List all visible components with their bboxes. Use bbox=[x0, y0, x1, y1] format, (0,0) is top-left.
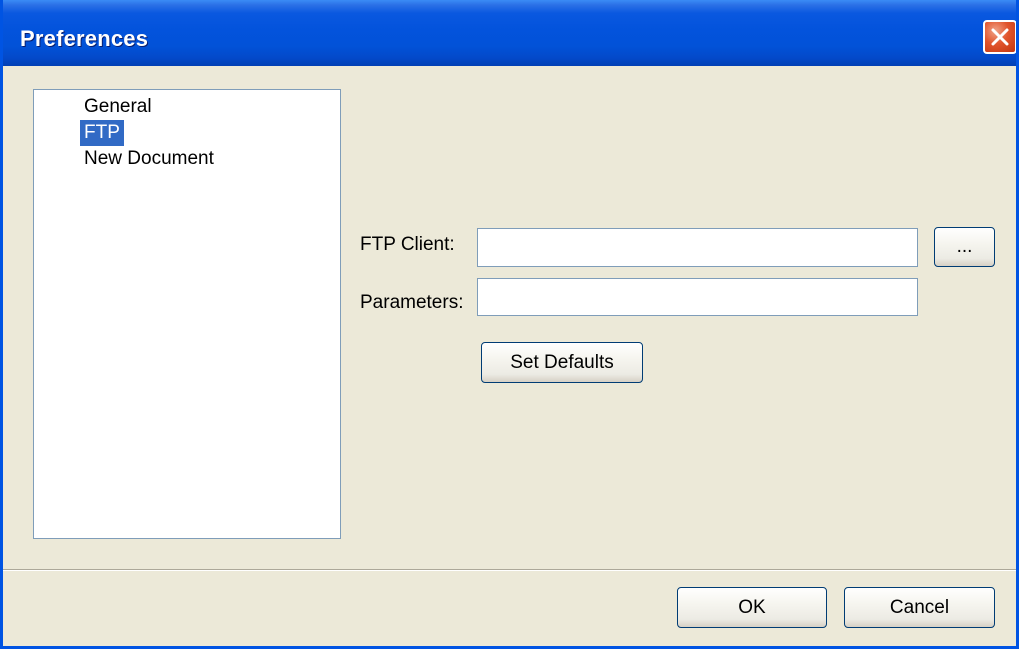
footer-divider-highlight bbox=[3, 570, 1016, 571]
browse-button[interactable]: ... bbox=[934, 227, 995, 267]
title-bar[interactable]: Preferences bbox=[3, 0, 1016, 66]
ok-button[interactable]: OK bbox=[677, 587, 827, 628]
parameters-label: Parameters: bbox=[360, 292, 464, 313]
ftp-client-label: FTP Client: bbox=[360, 234, 455, 255]
tree-item-general[interactable]: General bbox=[80, 94, 156, 120]
close-icon bbox=[991, 28, 1009, 46]
tree-item-ftp[interactable]: FTP bbox=[80, 120, 124, 146]
cancel-button[interactable]: Cancel bbox=[844, 587, 995, 628]
parameters-field[interactable] bbox=[477, 278, 918, 316]
tree-item-new-document[interactable]: New Document bbox=[80, 146, 218, 172]
preferences-dialog: Preferences General FTP New Document FTP… bbox=[0, 0, 1019, 649]
ftp-client-field[interactable] bbox=[477, 228, 918, 267]
close-button[interactable] bbox=[983, 20, 1016, 54]
set-defaults-button[interactable]: Set Defaults bbox=[481, 342, 643, 383]
window-title: Preferences bbox=[20, 26, 149, 51]
category-tree[interactable]: General FTP New Document bbox=[33, 89, 341, 539]
